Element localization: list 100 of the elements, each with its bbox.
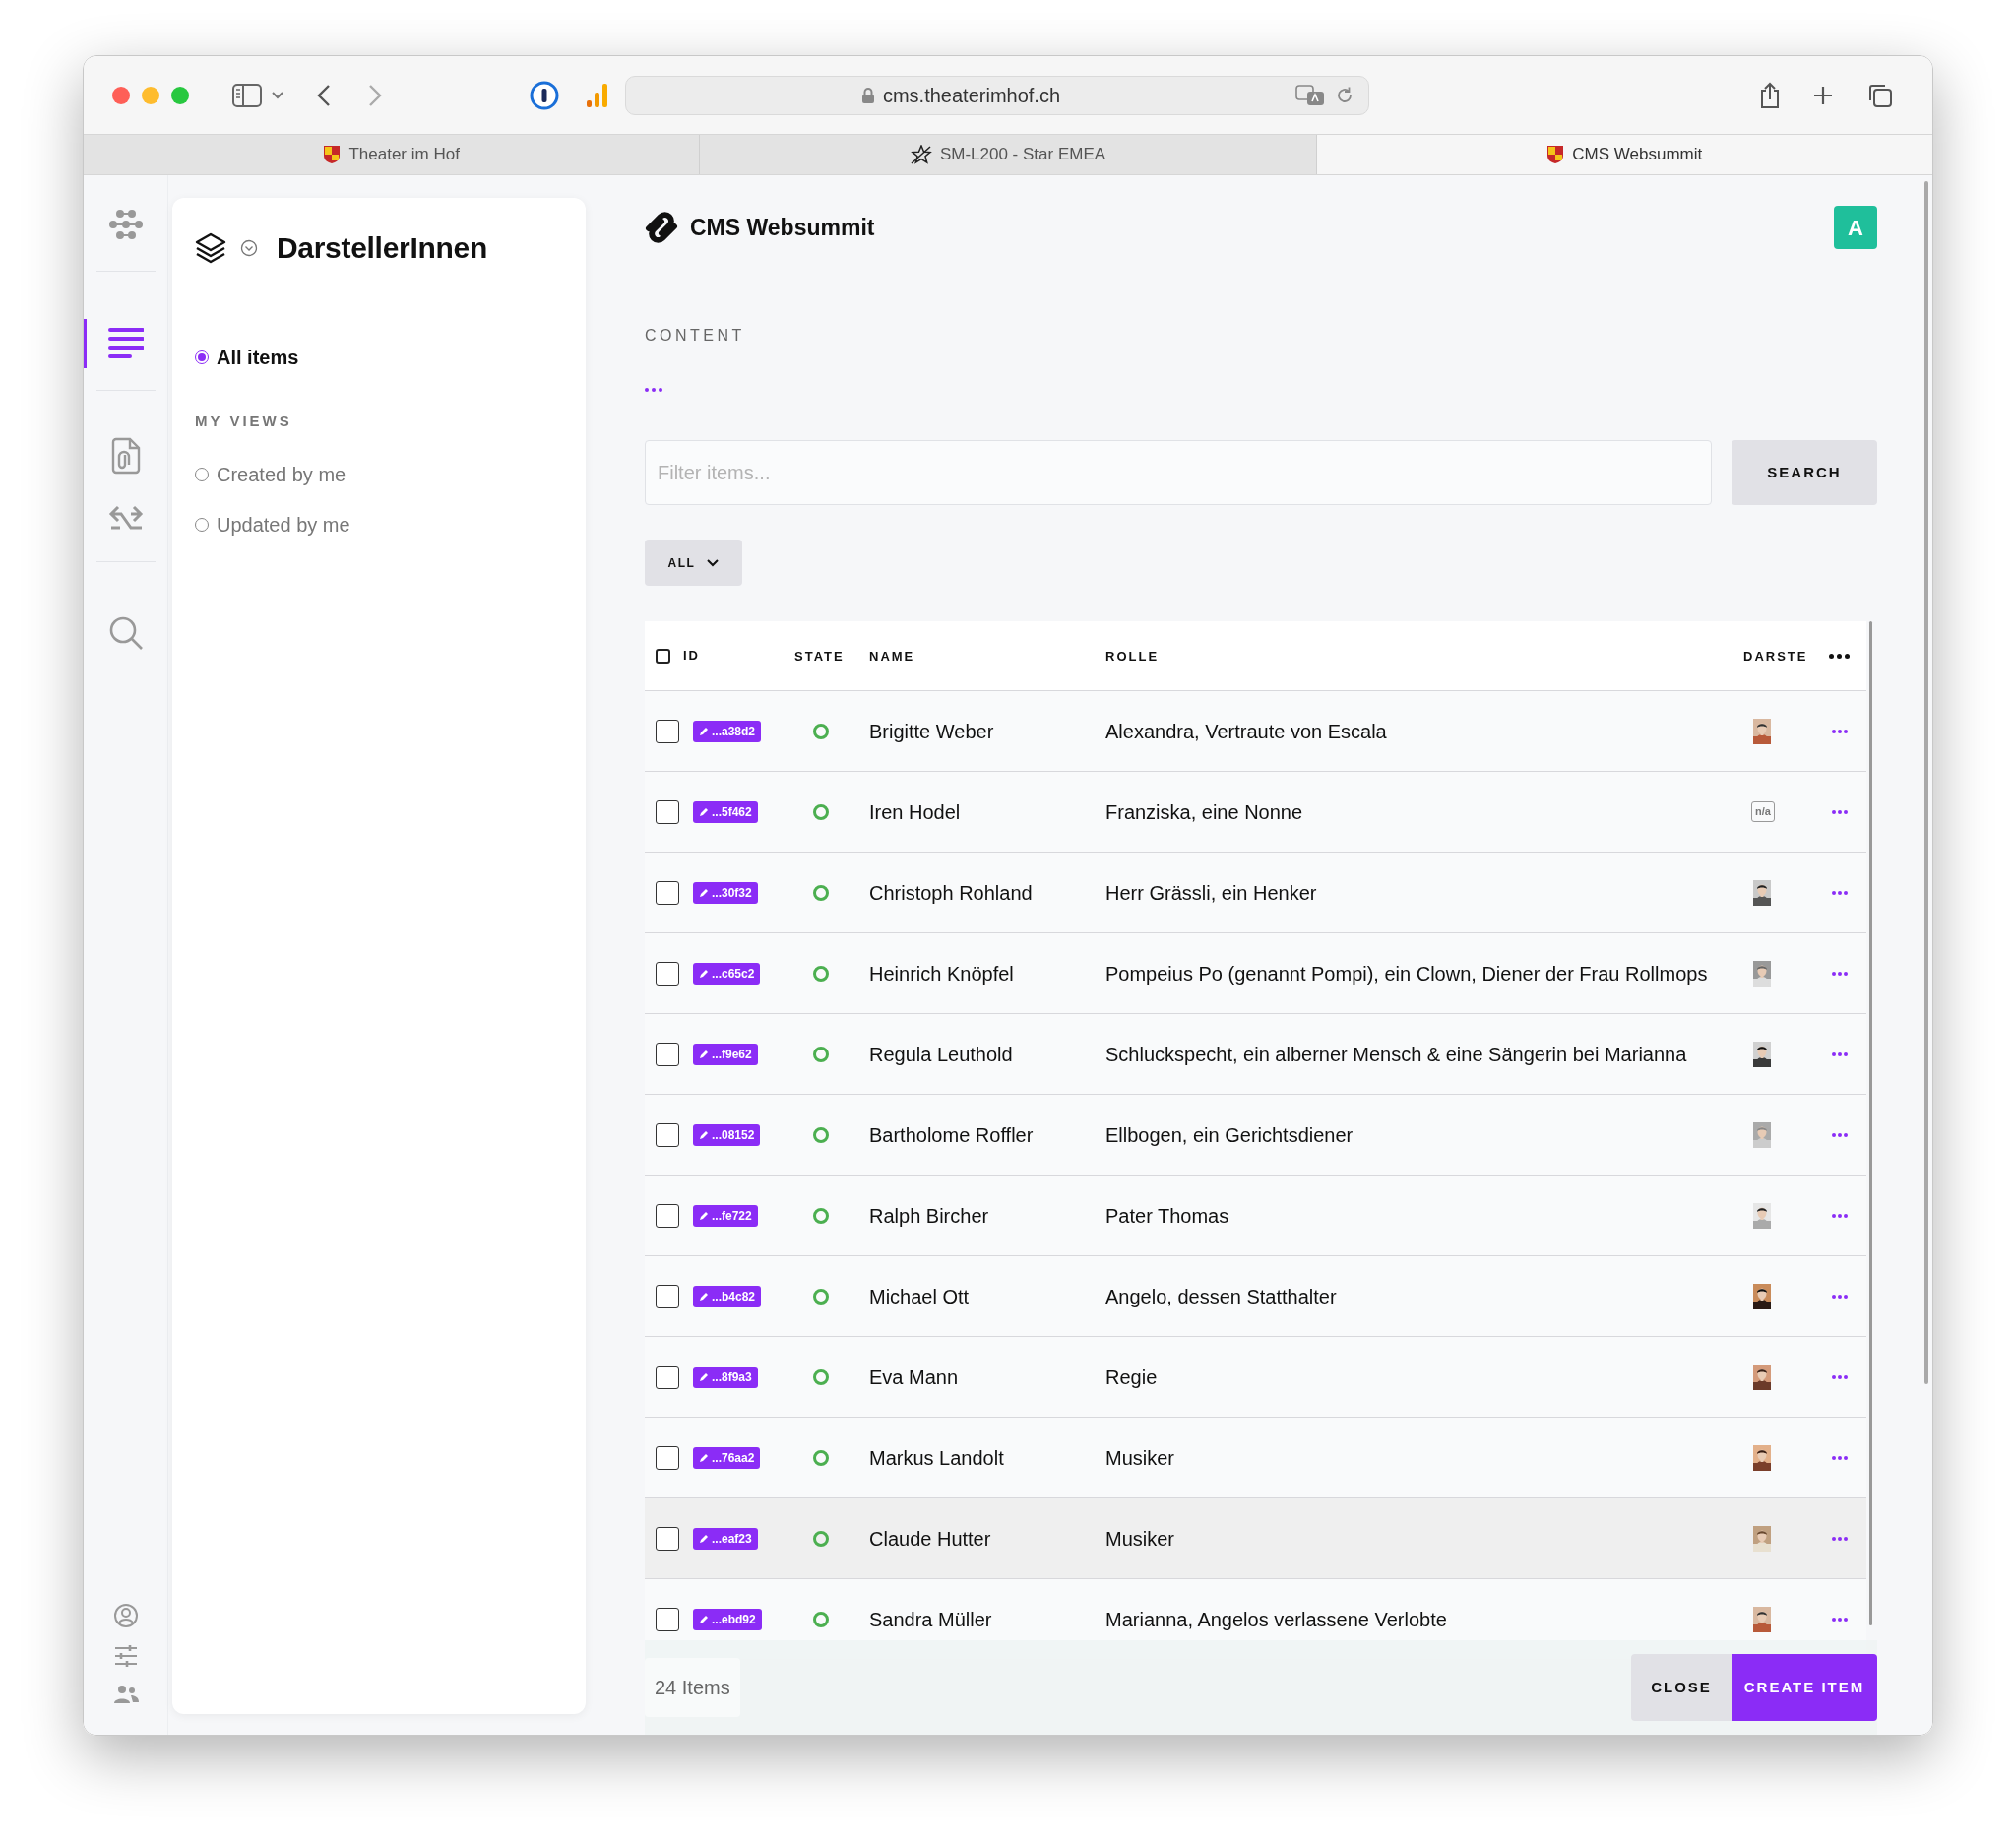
lock-icon (860, 86, 875, 104)
bar-chart-icon[interactable] (586, 82, 609, 108)
pencil-icon (699, 1210, 709, 1221)
row-checkbox[interactable] (656, 1122, 679, 1147)
chevron-down-icon[interactable] (272, 91, 284, 99)
user-icon[interactable] (112, 1603, 139, 1628)
row-checkbox[interactable] (656, 719, 679, 743)
row-checkbox[interactable] (656, 1607, 679, 1631)
filter-field[interactable]: Filter items... (645, 440, 1712, 505)
search-button[interactable]: SEARCH (1732, 440, 1877, 505)
table-cell: Musiker (1105, 1527, 1174, 1550)
search-icon[interactable] (107, 615, 144, 651)
translate-icon[interactable] (1295, 84, 1325, 106)
pencil-icon (699, 806, 709, 817)
table-cell: Regula Leuthold (869, 1043, 1013, 1065)
id-badge[interactable]: ...76aa2 (693, 1446, 761, 1469)
row-checkbox[interactable] (656, 961, 679, 986)
row-checkbox[interactable] (656, 1445, 679, 1470)
browser-tab[interactable]: CMS Websummit (1315, 135, 1932, 174)
table-cell: Regie (1105, 1366, 1158, 1388)
table-cell: Markus Landolt (869, 1446, 1004, 1469)
column-header[interactable]: ROLLE (1105, 649, 1160, 664)
scrollbar[interactable] (1924, 181, 1928, 1384)
sidebar-toggle-icon[interactable] (232, 83, 262, 107)
close-button[interactable]: CLOSE (1631, 1654, 1732, 1721)
table-cell: Bartholome Roffler (869, 1123, 1034, 1146)
password-manager-icon[interactable] (530, 80, 559, 110)
table-cell: Herr Grässli, ein Henker (1105, 881, 1317, 904)
status-indicator (813, 803, 829, 820)
status-indicator (813, 1288, 829, 1305)
create-item-button[interactable]: CREATE ITEM (1732, 1654, 1877, 1721)
row-checkbox[interactable] (656, 1365, 679, 1389)
address-bar[interactable]: cms.theaterimhof.ch (625, 75, 1369, 115)
column-header[interactable]: STATE (794, 649, 845, 664)
column-header[interactable]: NAME (869, 649, 915, 664)
id-badge[interactable]: ...5f462 (693, 800, 758, 823)
table-cell: Ellbogen, ein Gerichtsdiener (1105, 1123, 1354, 1146)
table-scrollbar[interactable] (1869, 621, 1872, 1625)
view-link[interactable]: Created by me (217, 459, 346, 489)
id-badge[interactable]: ...30f32 (693, 881, 758, 904)
shield-icon (1546, 145, 1565, 164)
pencil-icon (699, 887, 709, 898)
pencil-icon (699, 1533, 709, 1544)
share-icon[interactable] (1759, 81, 1781, 109)
status-indicator (813, 884, 829, 901)
id-badge[interactable]: ...eaf23 (693, 1527, 758, 1550)
table-cell: Claude Hutter (869, 1527, 991, 1550)
table-cell: Pater Thomas (1105, 1204, 1229, 1227)
back-icon[interactable] (317, 83, 331, 107)
row-checkbox[interactable] (656, 1203, 679, 1228)
section-heading: MY VIEWS (195, 412, 293, 431)
id-badge[interactable]: ...08152 (693, 1123, 761, 1146)
app-name: CMS Websummit (690, 213, 875, 242)
table-cell: Angelo, dessen Statthalter (1105, 1285, 1337, 1307)
id-badge[interactable]: ...fe722 (693, 1204, 758, 1227)
pencil-icon (699, 726, 709, 736)
list-icon[interactable] (107, 327, 144, 360)
status-dropdown[interactable]: ALL (645, 540, 742, 586)
attachment-file-icon[interactable] (109, 437, 142, 475)
table-cell: Marianna, Angelos verlassene Verlobte (1105, 1608, 1447, 1630)
nodes-icon[interactable] (107, 208, 144, 241)
table-cell: Musiker (1105, 1446, 1174, 1469)
column-header[interactable]: ID (683, 646, 700, 666)
tabs-overview-icon[interactable] (1867, 82, 1893, 108)
column-header[interactable]: DARSTE (1743, 649, 1808, 664)
layers-icon (195, 231, 226, 264)
plus-icon[interactable] (1812, 84, 1834, 106)
row-checkbox[interactable] (656, 1042, 679, 1066)
status-indicator (813, 723, 829, 739)
users-icon[interactable] (111, 1684, 140, 1705)
table-cell: Brigitte Weber (869, 720, 994, 742)
row-checkbox[interactable] (656, 880, 679, 905)
id-badge[interactable]: ...c65c2 (693, 962, 761, 985)
table-cell: Christoph Rohland (869, 881, 1033, 904)
row-checkbox[interactable] (656, 1526, 679, 1551)
status-indicator (813, 1207, 829, 1224)
view-link[interactable]: All items (217, 343, 299, 372)
table-row[interactable]: ...eaf23 Claude Hutter Musiker (645, 1497, 1866, 1578)
id-badge[interactable]: ...b4c82 (693, 1285, 762, 1307)
arrows-icon[interactable] (107, 504, 144, 532)
reload-icon[interactable] (1335, 85, 1354, 105)
pencil-icon (699, 1614, 709, 1624)
view-link[interactable]: Updated by me (217, 509, 350, 540)
chevron-down-icon (707, 558, 720, 567)
status-indicator (813, 1611, 829, 1627)
id-badge[interactable]: ...a38d2 (693, 720, 762, 742)
id-badge[interactable]: ...f9e62 (693, 1043, 758, 1065)
sliders-icon[interactable] (112, 1644, 139, 1668)
row-checkbox[interactable] (656, 1284, 679, 1308)
id-badge[interactable]: ...ebd92 (693, 1608, 762, 1630)
photo-placeholder: n/a (1751, 801, 1775, 822)
select-all-checkbox[interactable] (656, 648, 670, 664)
row-checkbox[interactable] (656, 799, 679, 824)
pencil-icon (699, 1049, 709, 1059)
id-badge[interactable]: ...8f9a3 (693, 1366, 758, 1388)
collection-title: DarstellerInnen (277, 230, 487, 266)
table-cell: Sandra Müller (869, 1608, 992, 1630)
pencil-icon (699, 1129, 709, 1140)
chevron-circle-icon[interactable] (240, 238, 258, 257)
close-window-button[interactable] (112, 86, 130, 104)
